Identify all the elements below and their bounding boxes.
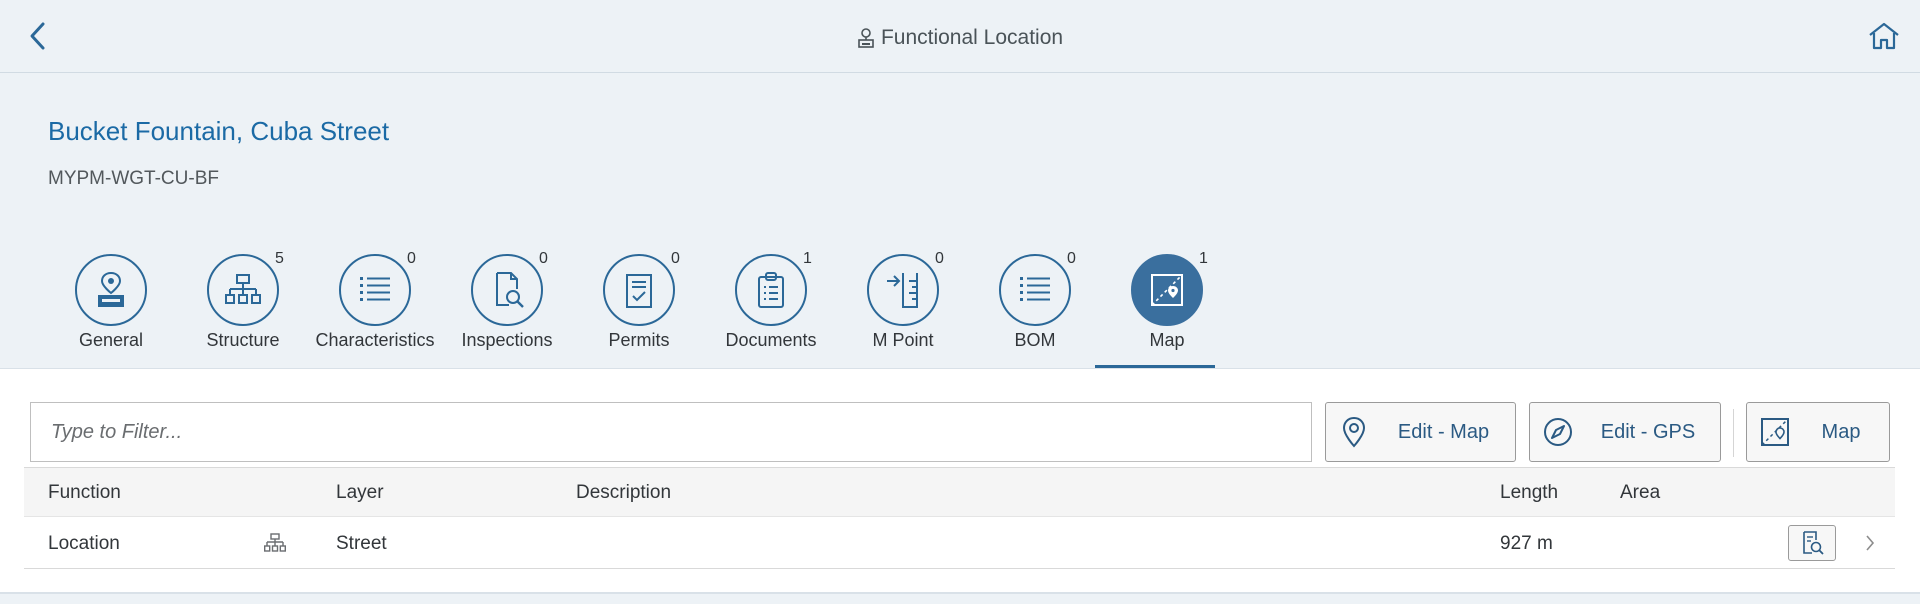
- tab-characteristics-label: Characteristics: [315, 330, 435, 350]
- cell-function: Location: [48, 533, 120, 554]
- map-button[interactable]: Map: [1746, 402, 1890, 462]
- tab-documents[interactable]: 1 Documents: [699, 244, 831, 368]
- column-header-function: Function: [48, 482, 121, 503]
- icon-tab-bar: General 5 Structure 0 Characteristics 0 …: [0, 244, 1920, 368]
- tab-permits[interactable]: 0 Permits: [567, 244, 699, 368]
- functional-location-icon: [857, 27, 875, 49]
- tab-characteristics[interactable]: 0 Characteristics: [303, 244, 435, 368]
- shell-bar: Functional Location: [0, 0, 1920, 73]
- compass-icon: [1530, 416, 1586, 448]
- tab-structure-circle: [207, 254, 279, 326]
- tab-general-label: General: [78, 330, 144, 350]
- column-header-area: Area: [1620, 482, 1661, 503]
- list-icon: [1020, 277, 1050, 301]
- document-search-icon: [1803, 531, 1824, 555]
- tab-m-point[interactable]: 0 M Point: [831, 244, 963, 368]
- measurement-point-icon: [887, 273, 918, 308]
- column-header-layer: Layer: [336, 482, 384, 503]
- shell-title: Functional Location: [0, 26, 1920, 50]
- column-header-length: Length: [1500, 482, 1559, 503]
- tab-permits-count: 0: [671, 250, 680, 267]
- tab-map-label: Map: [1149, 330, 1185, 350]
- list-icon: [360, 277, 390, 301]
- column-header-description: Description: [576, 482, 672, 503]
- cell-layer: Street: [336, 533, 387, 554]
- map-label: Map: [1821, 420, 1861, 443]
- tab-inspections-label: Inspections: [461, 330, 553, 350]
- hierarchy-icon[interactable]: [263, 533, 286, 558]
- tab-permits-circle: [603, 254, 675, 326]
- tab-bom-circle: [999, 254, 1071, 326]
- tab-structure-count: 5: [275, 250, 284, 267]
- map-icon: [1747, 417, 1803, 447]
- table-row[interactable]: Location Street 927 m: [24, 517, 1895, 569]
- tab-m-point-label: M Point: [872, 330, 934, 350]
- tab-bom-count: 0: [1067, 250, 1076, 267]
- tab-documents-label: Documents: [725, 330, 817, 350]
- hierarchy-icon: [225, 274, 261, 304]
- tab-map-circle: [1131, 254, 1203, 326]
- bottom-divider: [0, 592, 1920, 604]
- object-title: Bucket Fountain, Cuba Street: [48, 116, 390, 146]
- home-icon: [1869, 22, 1899, 50]
- home-button[interactable]: [1862, 16, 1906, 56]
- tab-documents-count: 1: [803, 250, 812, 267]
- clipboard-check-icon: [626, 274, 652, 308]
- tab-characteristics-count: 0: [407, 250, 416, 267]
- tab-characteristics-circle: [339, 254, 411, 326]
- map-objects-table: Function Layer Description Length Area L…: [24, 467, 1895, 569]
- cell-length: 927 m: [1500, 533, 1553, 554]
- document-search-icon: [496, 272, 524, 308]
- chevron-right-icon[interactable]: [1864, 533, 1876, 558]
- table-header: Function Layer Description Length Area: [24, 467, 1895, 517]
- tab-documents-circle: [735, 254, 807, 326]
- edit-gps-button[interactable]: Edit - GPS: [1529, 402, 1721, 462]
- tab-inspections-circle: [471, 254, 543, 326]
- shell-title-text: Functional Location: [880, 26, 1064, 49]
- object-header: Bucket Fountain, Cuba Street MYPM-WGT-CU…: [0, 74, 1920, 368]
- tab-structure[interactable]: 5 Structure: [171, 244, 303, 368]
- tab-structure-label: Structure: [206, 330, 280, 350]
- filter-input[interactable]: [30, 402, 1312, 462]
- edit-map-label: Edit - Map: [1397, 420, 1490, 443]
- content-panel: Edit - Map Edit - GPS Map Function Layer…: [0, 368, 1920, 604]
- tab-inspections[interactable]: 0 Inspections: [435, 244, 567, 368]
- row-detail-button[interactable]: [1788, 525, 1836, 561]
- tab-map[interactable]: 1 Map: [1095, 244, 1227, 368]
- tab-map-count: 1: [1199, 250, 1208, 267]
- tab-general[interactable]: General: [39, 244, 171, 368]
- tab-bom-label: BOM: [1014, 330, 1056, 350]
- tab-m-point-count: 0: [935, 250, 944, 267]
- edit-gps-label: Edit - GPS: [1600, 420, 1696, 443]
- object-subtitle: MYPM-WGT-CU-BF: [48, 168, 219, 189]
- map-icon: [1151, 274, 1183, 306]
- tab-m-point-circle: [867, 254, 939, 326]
- edit-map-button[interactable]: Edit - Map: [1325, 402, 1516, 462]
- location-pin-icon: [98, 271, 124, 307]
- location-pin-icon: [1326, 416, 1382, 448]
- tab-inspections-count: 0: [539, 250, 548, 267]
- toolbar-separator: [1733, 409, 1734, 457]
- tab-permits-label: Permits: [608, 330, 670, 350]
- tab-general-circle: [75, 254, 147, 326]
- clipboard-list-icon: [758, 272, 784, 308]
- tab-bom[interactable]: 0 BOM: [963, 244, 1095, 368]
